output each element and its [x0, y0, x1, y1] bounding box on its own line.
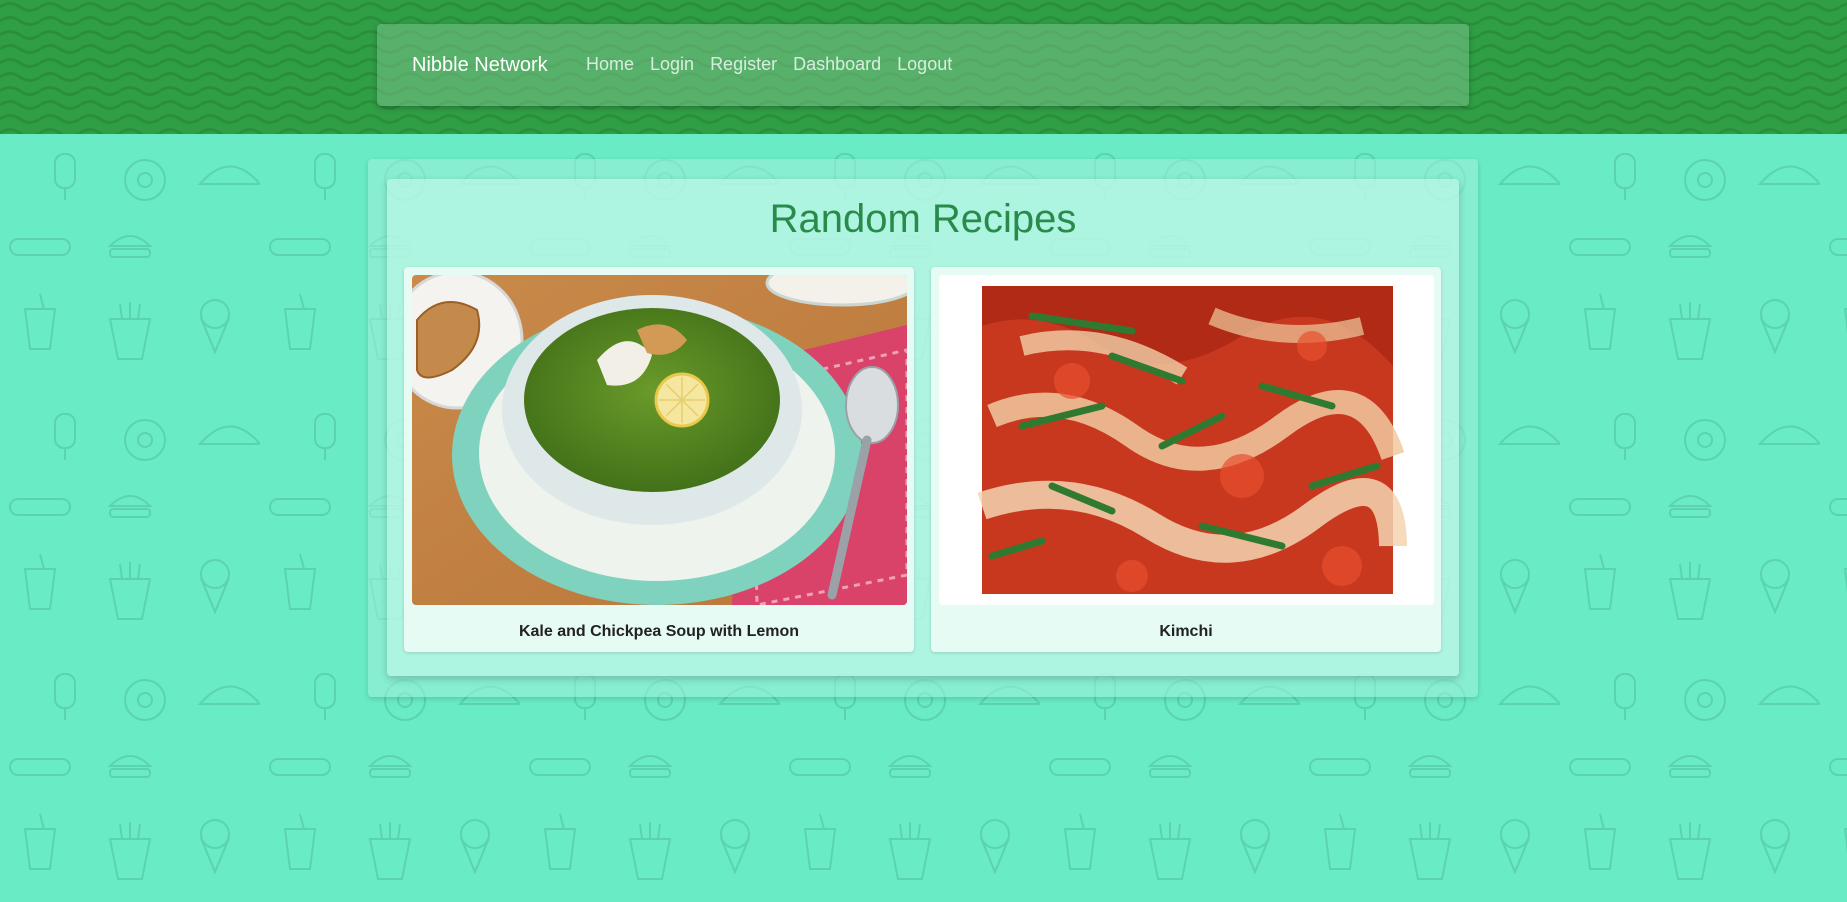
main-container: Random Recipes Kale and Chickpea Soup wi… — [368, 159, 1478, 697]
recipe-title[interactable]: Kimchi — [931, 623, 1441, 641]
recipe-title[interactable]: Kale and Chickpea Soup with Lemon — [404, 623, 914, 641]
nav-login-link[interactable]: Login — [650, 54, 694, 75]
nav-dashboard-link[interactable]: Dashboard — [793, 54, 881, 75]
nav-home-link[interactable]: Home — [586, 54, 634, 75]
nav-register-link[interactable]: Register — [710, 54, 777, 75]
recipe-card[interactable]: Kale and Chickpea Soup with Lemon — [404, 267, 914, 652]
recipe-card[interactable]: Kimchi — [931, 267, 1441, 652]
navbar: Nibble Network Home Login Register Dashb… — [377, 24, 1469, 106]
page-title: Random Recipes — [769, 197, 1077, 241]
recipe-image-kimchi[interactable] — [939, 275, 1434, 605]
recipe-image-kale-soup[interactable] — [412, 275, 907, 605]
kale-soup-photo — [412, 275, 907, 605]
brand-link[interactable]: Nibble Network — [412, 54, 548, 77]
recipes-panel: Random Recipes Kale and Chickpea Soup wi… — [387, 179, 1459, 676]
nav-logout-link[interactable]: Logout — [897, 54, 952, 75]
nav-links: Home Login Register Dashboard Logout — [586, 54, 968, 75]
kimchi-photo — [939, 275, 1434, 605]
